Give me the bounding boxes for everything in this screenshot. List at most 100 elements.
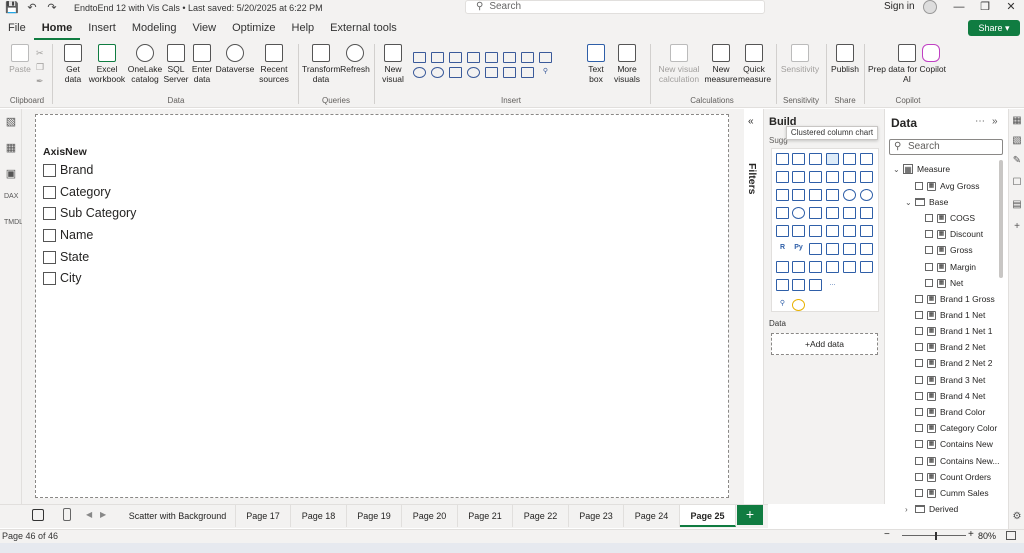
checkbox[interactable] bbox=[915, 359, 923, 367]
menu-help[interactable]: Help bbox=[284, 16, 323, 40]
column-100-icon[interactable] bbox=[503, 52, 516, 63]
field-item[interactable]: ▦ Brand 3 Net bbox=[915, 375, 985, 385]
checkbox[interactable] bbox=[915, 311, 923, 319]
page-tab[interactable]: Scatter with Background bbox=[120, 505, 236, 527]
area-100-icon[interactable] bbox=[826, 171, 839, 183]
cut-copy-icons[interactable]: ✂ ❐ ✒ bbox=[36, 46, 44, 88]
checkbox[interactable] bbox=[43, 206, 56, 220]
field-item[interactable]: ▦ Cumm Sales bbox=[915, 488, 989, 498]
checkbox[interactable] bbox=[915, 440, 923, 448]
field-item[interactable]: ▦ COGS bbox=[925, 213, 975, 223]
chevron-down-icon[interactable]: ⌄ bbox=[905, 198, 913, 207]
next-page-icon[interactable]: ▶ bbox=[100, 510, 106, 519]
field-item[interactable]: ▦ Brand 2 Net 2 bbox=[915, 358, 992, 368]
clustered-column-icon[interactable] bbox=[826, 153, 839, 165]
page-tab[interactable]: Page 20 bbox=[402, 505, 458, 527]
field-item[interactable]: ▦ Brand 2 Net bbox=[915, 342, 985, 352]
quick-measure-button[interactable]: Quick measure bbox=[738, 44, 771, 84]
menu-modeling[interactable]: Modeling bbox=[124, 16, 185, 40]
matrix-icon[interactable] bbox=[449, 67, 462, 78]
get-data-button[interactable]: Get data bbox=[58, 44, 88, 84]
checkbox[interactable] bbox=[43, 185, 56, 199]
chevron-down-icon[interactable]: ⌄ bbox=[893, 165, 901, 174]
field-item[interactable]: ▦ Contains New... bbox=[915, 456, 1000, 466]
folder-derived[interactable]: › Derived bbox=[905, 504, 958, 514]
add-data-button[interactable]: +Add data bbox=[771, 333, 878, 355]
slicer-item[interactable]: Category bbox=[43, 185, 111, 199]
gauge-icon[interactable] bbox=[485, 67, 498, 78]
zoom-out-icon[interactable]: − bbox=[884, 529, 890, 540]
clustered-bar-icon[interactable] bbox=[809, 153, 822, 165]
kpi-icon[interactable] bbox=[809, 225, 822, 237]
stacked-bar-icon[interactable] bbox=[776, 153, 789, 165]
area-chart-icon[interactable] bbox=[539, 52, 552, 63]
save-icon[interactable]: 💾 bbox=[4, 1, 20, 15]
restore-icon[interactable]: ❐ bbox=[974, 0, 996, 14]
funnel-icon[interactable] bbox=[809, 189, 822, 201]
pie-chart-icon[interactable] bbox=[843, 189, 856, 201]
add-page-button[interactable]: + bbox=[737, 505, 763, 525]
table-visual-icon[interactable] bbox=[521, 67, 534, 78]
waterfall-icon[interactable] bbox=[792, 189, 805, 201]
menu-file[interactable]: File bbox=[0, 16, 34, 40]
slicer-item[interactable]: City bbox=[43, 271, 82, 285]
stacked-column-icon[interactable] bbox=[792, 153, 805, 165]
page-tab-active[interactable]: Page 25 bbox=[680, 505, 736, 527]
page-tab[interactable]: Page 23 bbox=[569, 505, 624, 527]
checkbox[interactable] bbox=[925, 230, 933, 238]
page-tab[interactable]: Page 21 bbox=[458, 505, 513, 527]
refresh-button[interactable]: Refresh bbox=[340, 44, 370, 74]
prev-page-icon[interactable]: ◀ bbox=[86, 510, 92, 519]
selection-icon[interactable]: ▤ bbox=[1011, 199, 1023, 211]
filled-map-icon[interactable] bbox=[809, 207, 822, 219]
checkbox[interactable] bbox=[915, 343, 923, 351]
custom-visual-icon[interactable] bbox=[843, 261, 856, 273]
line-clustered-column-icon[interactable] bbox=[860, 171, 873, 183]
checkbox[interactable] bbox=[915, 295, 923, 303]
zoom-in-icon[interactable]: + bbox=[968, 529, 974, 540]
chevron-right-icon[interactable]: › bbox=[905, 505, 913, 514]
custom-visual-3-icon[interactable] bbox=[776, 279, 789, 291]
donut-chart-icon[interactable] bbox=[431, 67, 444, 78]
page-tab[interactable]: Page 19 bbox=[347, 505, 402, 527]
zoom-slider[interactable] bbox=[902, 535, 966, 536]
column-100-icon[interactable] bbox=[860, 153, 873, 165]
copilot-button[interactable] bbox=[916, 44, 946, 64]
map-icon[interactable] bbox=[467, 67, 480, 78]
decomposition-tree-icon[interactable] bbox=[826, 243, 839, 255]
page-tab[interactable]: Page 24 bbox=[624, 505, 680, 527]
recent-sources-button[interactable]: Recent sources bbox=[255, 44, 293, 84]
settings-icon[interactable]: ⚙ bbox=[1011, 511, 1023, 523]
card-icon[interactable] bbox=[503, 67, 516, 78]
page-tab[interactable]: Page 22 bbox=[513, 505, 569, 527]
field-item[interactable]: ▦ Contains New bbox=[915, 439, 993, 449]
desktop-layout-icon[interactable] bbox=[32, 509, 44, 521]
checkbox[interactable] bbox=[925, 263, 933, 271]
checkbox[interactable] bbox=[925, 214, 933, 222]
new-measure-button[interactable]: New measure bbox=[704, 44, 738, 84]
data-search-input[interactable]: ⚲ Search bbox=[889, 139, 1003, 155]
new-visual-button[interactable]: New visual bbox=[378, 44, 408, 84]
copilot-visual-icon[interactable] bbox=[792, 299, 805, 311]
field-item[interactable]: ▦ Count Orders bbox=[915, 472, 991, 482]
checkbox[interactable] bbox=[43, 271, 56, 285]
r-visual-icon[interactable]: R bbox=[776, 243, 789, 255]
clustered-column-icon[interactable] bbox=[467, 52, 480, 63]
checkbox[interactable] bbox=[915, 457, 923, 465]
data-pane-icon[interactable]: ▦ bbox=[1011, 115, 1023, 127]
sql-server-button[interactable]: SQL Server bbox=[163, 44, 189, 84]
collapse-pane-icon[interactable]: » bbox=[992, 116, 998, 127]
fit-to-page-icon[interactable] bbox=[1006, 531, 1016, 540]
pie-chart-icon[interactable] bbox=[413, 67, 426, 78]
field-item[interactable]: ▦ Brand 1 Net 1 bbox=[915, 326, 992, 336]
redo-icon[interactable]: ↷ bbox=[44, 1, 60, 15]
menu-optimize[interactable]: Optimize bbox=[224, 16, 283, 40]
field-item[interactable]: ▦ Category Color bbox=[915, 423, 997, 433]
line-chart-icon[interactable] bbox=[521, 52, 534, 63]
field-item[interactable]: ▦ Brand 4 Net bbox=[915, 391, 985, 401]
text-box-button[interactable]: Text box bbox=[584, 44, 608, 84]
power-apps-icon[interactable] bbox=[809, 261, 822, 273]
data-pane-scrollbar[interactable] bbox=[999, 160, 1003, 278]
onelake-catalog-button[interactable]: OneLake catalog bbox=[127, 44, 163, 84]
avatar[interactable] bbox=[923, 0, 937, 14]
